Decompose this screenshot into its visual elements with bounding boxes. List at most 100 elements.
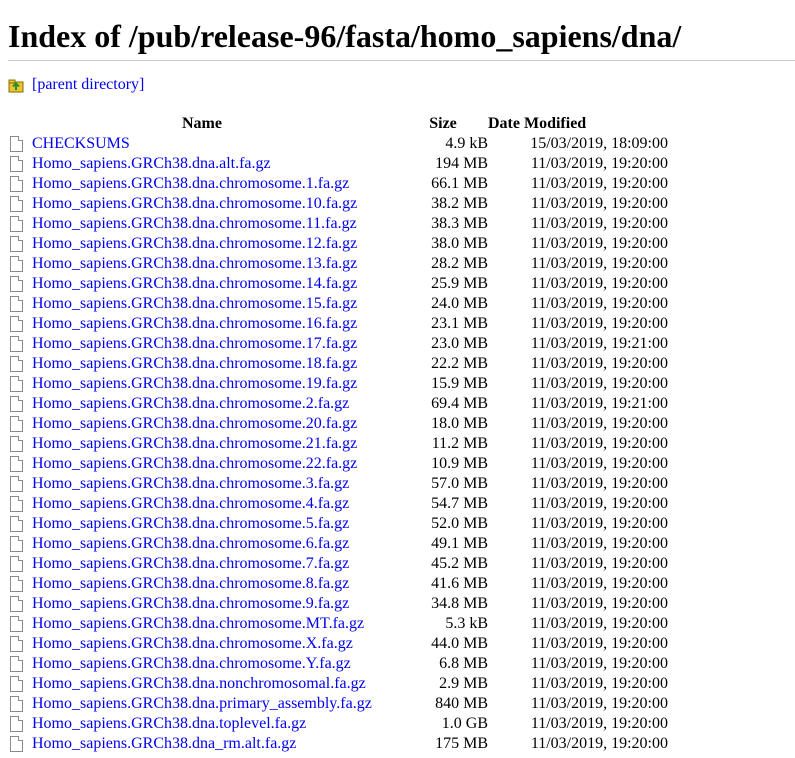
table-row: Homo_sapiens.GRCh38.dna.chromosome.16.fa… (6, 314, 668, 334)
file-icon[interactable] (10, 216, 23, 232)
name-cell: Homo_sapiens.GRCh38.dna.primary_assembly… (32, 694, 398, 714)
file-link[interactable]: Homo_sapiens.GRCh38.dna.chromosome.22.fa… (32, 455, 357, 472)
file-link[interactable]: Homo_sapiens.GRCh38.dna.chromosome.18.fa… (32, 355, 357, 372)
file-icon[interactable] (10, 156, 23, 172)
file-icon[interactable] (10, 196, 23, 212)
file-link[interactable]: Homo_sapiens.GRCh38.dna.chromosome.21.fa… (32, 435, 357, 452)
file-icon[interactable] (10, 336, 23, 352)
date-modified: 11/03/2019, 19:20:00 (530, 355, 668, 372)
file-link[interactable]: Homo_sapiens.GRCh38.dna.chromosome.19.fa… (32, 375, 357, 392)
file-icon[interactable] (10, 396, 23, 412)
file-icon[interactable] (10, 676, 23, 692)
file-size: 34.8 MB (431, 595, 488, 612)
file-link[interactable]: Homo_sapiens.GRCh38.dna.chromosome.16.fa… (32, 315, 357, 332)
file-link[interactable]: Homo_sapiens.GRCh38.dna.nonchromosomal.f… (32, 675, 366, 692)
file-link[interactable]: Homo_sapiens.GRCh38.dna.chromosome.10.fa… (32, 195, 357, 212)
icon-cell (6, 674, 32, 694)
file-link[interactable]: Homo_sapiens.GRCh38.dna.alt.fa.gz (32, 155, 271, 172)
file-icon[interactable] (10, 416, 23, 432)
date-modified: 11/03/2019, 19:20:00 (530, 535, 668, 552)
file-icon[interactable] (10, 536, 23, 552)
file-icon[interactable] (10, 636, 23, 652)
folder-up-icon[interactable] (8, 77, 24, 93)
file-link[interactable]: Homo_sapiens.GRCh38.dna_rm.alt.fa.gz (32, 735, 296, 752)
name-cell: Homo_sapiens.GRCh38.dna.chromosome.18.fa… (32, 354, 398, 374)
file-icon[interactable] (10, 276, 23, 292)
file-link[interactable]: Homo_sapiens.GRCh38.dna.chromosome.MT.fa… (32, 615, 364, 632)
icon-cell (6, 654, 32, 674)
file-icon[interactable] (10, 316, 23, 332)
page-title: Index of /pub/release-96/fasta/homo_sapi… (8, 18, 682, 54)
file-icon[interactable] (10, 576, 23, 592)
file-link[interactable]: Homo_sapiens.GRCh38.dna.chromosome.11.fa… (32, 215, 357, 232)
name-cell: Homo_sapiens.GRCh38.dna.chromosome.17.fa… (32, 334, 398, 354)
name-cell: Homo_sapiens.GRCh38.dna.chromosome.14.fa… (32, 274, 398, 294)
icon-cell (6, 154, 32, 174)
file-size: 25.9 MB (431, 275, 488, 292)
table-row: Homo_sapiens.GRCh38.dna.alt.fa.gz 194 MB 1… (6, 154, 668, 174)
name-cell: Homo_sapiens.GRCh38.dna.nonchromosomal.f… (32, 674, 398, 694)
file-link[interactable]: Homo_sapiens.GRCh38.dna.chromosome.3.fa.… (32, 475, 349, 492)
file-link[interactable]: Homo_sapiens.GRCh38.dna.chromosome.X.fa.… (32, 635, 353, 652)
file-icon[interactable] (10, 696, 23, 712)
file-link[interactable]: Homo_sapiens.GRCh38.dna.chromosome.6.fa.… (32, 535, 349, 552)
file-icon[interactable] (10, 176, 23, 192)
file-link[interactable]: Homo_sapiens.GRCh38.dna.chromosome.15.fa… (32, 295, 357, 312)
file-icon[interactable] (10, 656, 23, 672)
file-icon[interactable] (10, 136, 23, 152)
file-link[interactable]: Homo_sapiens.GRCh38.dna.chromosome.Y.fa.… (32, 655, 351, 672)
file-link[interactable]: CHECKSUMS (32, 135, 130, 152)
file-icon[interactable] (10, 496, 23, 512)
file-size: 23.1 MB (431, 315, 488, 332)
file-icon[interactable] (10, 556, 23, 572)
file-icon[interactable] (10, 456, 23, 472)
date-modified: 11/03/2019, 19:20:00 (530, 595, 668, 612)
file-link[interactable]: Homo_sapiens.GRCh38.dna.chromosome.9.fa.… (32, 595, 349, 612)
file-link[interactable]: Homo_sapiens.GRCh38.dna.chromosome.4.fa.… (32, 495, 349, 512)
date-modified: 11/03/2019, 19:20:00 (530, 415, 668, 432)
date-column-header[interactable]: Date Modified (488, 114, 668, 134)
file-size: 840 MB (435, 695, 488, 712)
table-row: Homo_sapiens.GRCh38.dna.chromosome.5.fa.… (6, 514, 668, 534)
file-icon[interactable] (10, 516, 23, 532)
file-link[interactable]: Homo_sapiens.GRCh38.dna.chromosome.7.fa.… (32, 555, 349, 572)
file-size: 49.1 MB (431, 535, 488, 552)
file-icon[interactable] (10, 476, 23, 492)
file-link[interactable]: Homo_sapiens.GRCh38.dna.chromosome.5.fa.… (32, 515, 349, 532)
table-row: Homo_sapiens.GRCh38.dna.chromosome.15.fa… (6, 294, 668, 314)
file-icon[interactable] (10, 736, 23, 752)
name-cell: Homo_sapiens.GRCh38.dna.chromosome.8.fa.… (32, 574, 398, 594)
file-link[interactable]: Homo_sapiens.GRCh38.dna.primary_assembly… (32, 695, 372, 712)
file-icon[interactable] (10, 376, 23, 392)
file-icon[interactable] (10, 256, 23, 272)
name-cell: Homo_sapiens.GRCh38.dna.chromosome.6.fa.… (32, 534, 398, 554)
name-cell: Homo_sapiens.GRCh38.dna.chromosome.7.fa.… (32, 554, 398, 574)
file-link[interactable]: Homo_sapiens.GRCh38.dna.toplevel.fa.gz (32, 715, 306, 732)
file-icon[interactable] (10, 436, 23, 452)
file-link[interactable]: Homo_sapiens.GRCh38.dna.chromosome.13.fa… (32, 255, 357, 272)
table-row: Homo_sapiens.GRCh38.dna.chromosome.1.fa.… (6, 174, 668, 194)
file-link[interactable]: Homo_sapiens.GRCh38.dna.chromosome.17.fa… (32, 335, 357, 352)
table-row: Homo_sapiens.GRCh38.dna.chromosome.14.fa… (6, 274, 668, 294)
file-size: 194 MB (435, 155, 488, 172)
file-icon[interactable] (10, 296, 23, 312)
icon-cell (6, 234, 32, 254)
file-icon[interactable] (10, 596, 23, 612)
divider (8, 60, 795, 61)
file-icon[interactable] (10, 236, 23, 252)
size-column-header[interactable]: Size (398, 114, 488, 134)
file-link[interactable]: Homo_sapiens.GRCh38.dna.chromosome.20.fa… (32, 415, 357, 432)
file-link[interactable]: Homo_sapiens.GRCh38.dna.chromosome.1.fa.… (32, 175, 349, 192)
file-link[interactable]: Homo_sapiens.GRCh38.dna.chromosome.12.fa… (32, 235, 357, 252)
name-column-header[interactable]: Name (6, 114, 398, 134)
file-icon[interactable] (10, 356, 23, 372)
file-icon[interactable] (10, 616, 23, 632)
icon-cell (6, 694, 32, 714)
file-link[interactable]: Homo_sapiens.GRCh38.dna.chromosome.2.fa.… (32, 395, 349, 412)
file-link[interactable]: Homo_sapiens.GRCh38.dna.chromosome.14.fa… (32, 275, 357, 292)
parent-directory-link[interactable]: [parent directory] (32, 76, 144, 94)
date-modified: 11/03/2019, 19:20:00 (530, 295, 668, 312)
file-icon[interactable] (10, 716, 23, 732)
date-modified: 11/03/2019, 19:20:00 (530, 575, 668, 592)
file-link[interactable]: Homo_sapiens.GRCh38.dna.chromosome.8.fa.… (32, 575, 349, 592)
